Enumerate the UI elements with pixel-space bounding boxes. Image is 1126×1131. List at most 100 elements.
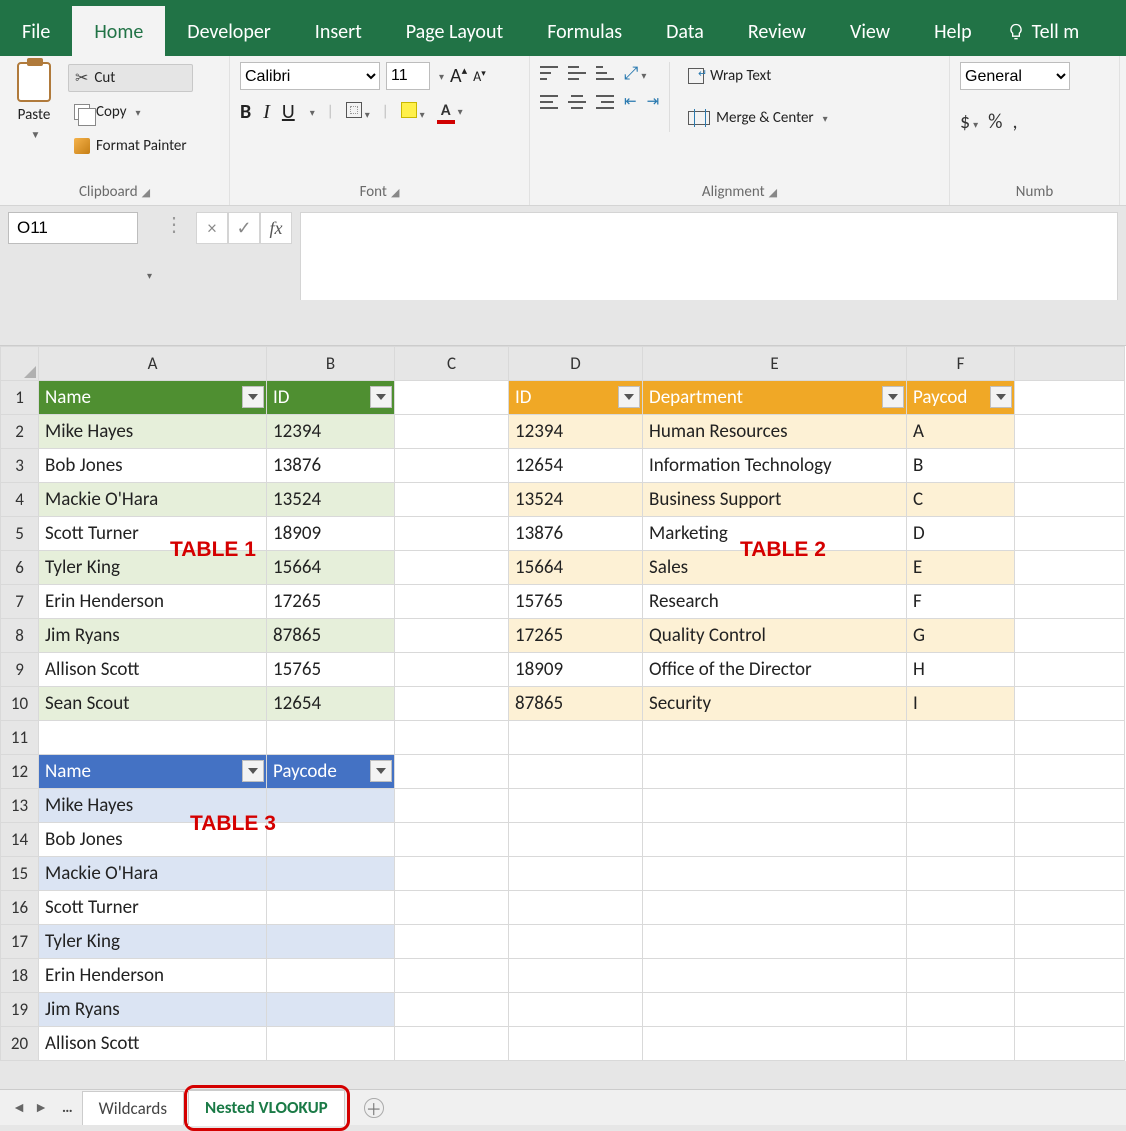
cell[interactable]: 12654	[509, 449, 643, 483]
cell[interactable]: Mike Hayes	[39, 789, 267, 823]
cell[interactable]	[267, 789, 395, 823]
row-header[interactable]: 10	[1, 687, 39, 721]
cell[interactable]	[395, 925, 509, 959]
column-header-A[interactable]: A	[39, 347, 267, 381]
filter-button[interactable]	[242, 760, 264, 782]
tab-help[interactable]: Help	[912, 6, 994, 56]
cell[interactable]	[907, 721, 1015, 755]
cell[interactable]: Allison Scott	[39, 653, 267, 687]
row-header[interactable]: 9	[1, 653, 39, 687]
cell[interactable]	[395, 823, 509, 857]
cell[interactable]	[509, 925, 643, 959]
cell[interactable]	[509, 891, 643, 925]
cell[interactable]: Scott Turner	[39, 891, 267, 925]
align-right-icon[interactable]	[596, 95, 614, 109]
cell[interactable]	[267, 959, 395, 993]
cell[interactable]: Department	[643, 381, 907, 415]
cell[interactable]	[395, 551, 509, 585]
cell[interactable]: Jim Ryans	[39, 993, 267, 1027]
cell[interactable]: 15664	[509, 551, 643, 585]
cell[interactable]	[1015, 619, 1125, 653]
align-top-icon[interactable]	[540, 66, 558, 80]
cell[interactable]	[1015, 925, 1125, 959]
tab-file[interactable]: File	[0, 6, 72, 56]
cell[interactable]	[643, 959, 907, 993]
cell[interactable]: Name	[39, 381, 267, 415]
filter-button[interactable]	[370, 760, 392, 782]
cell[interactable]	[395, 687, 509, 721]
cell[interactable]: Name	[39, 755, 267, 789]
cell[interactable]	[267, 823, 395, 857]
percent-button[interactable]: %	[988, 110, 1002, 134]
filter-button[interactable]	[990, 386, 1012, 408]
cell[interactable]	[395, 857, 509, 891]
cell[interactable]: 13876	[509, 517, 643, 551]
cell[interactable]: Paycode	[267, 755, 395, 789]
cell[interactable]	[509, 823, 643, 857]
formula-input[interactable]	[300, 212, 1118, 300]
cell[interactable]	[1015, 585, 1125, 619]
cell[interactable]: 87865	[509, 687, 643, 721]
cell[interactable]	[643, 1027, 907, 1061]
cell[interactable]: 18909	[509, 653, 643, 687]
column-header-D[interactable]: D	[509, 347, 643, 381]
cell[interactable]	[907, 789, 1015, 823]
cell[interactable]: Research	[643, 585, 907, 619]
cell[interactable]: Jim Ryans	[39, 619, 267, 653]
number-format-select[interactable]: General	[960, 62, 1070, 90]
filter-button[interactable]	[618, 386, 640, 408]
cell[interactable]	[395, 653, 509, 687]
row-header[interactable]: 19	[1, 993, 39, 1027]
increase-font-icon[interactable]: A▴	[450, 64, 467, 88]
cell[interactable]	[643, 823, 907, 857]
cell[interactable]: Erin Henderson	[39, 959, 267, 993]
cell[interactable]	[907, 755, 1015, 789]
cell[interactable]: 17265	[509, 619, 643, 653]
cell[interactable]: Office of the Director	[643, 653, 907, 687]
cell[interactable]: B	[907, 449, 1015, 483]
cell[interactable]	[395, 959, 509, 993]
new-sheet-button[interactable]: ＋	[364, 1098, 384, 1118]
cell[interactable]	[267, 857, 395, 891]
cell[interactable]: D	[907, 517, 1015, 551]
name-box[interactable]	[8, 212, 138, 244]
cell[interactable]: Sean Scout	[39, 687, 267, 721]
cell[interactable]: Quality Control	[643, 619, 907, 653]
cell[interactable]: Sales	[643, 551, 907, 585]
align-left-icon[interactable]	[540, 95, 558, 109]
row-header[interactable]: 5	[1, 517, 39, 551]
font-size-input[interactable]	[386, 62, 430, 90]
cell[interactable]: F	[907, 585, 1015, 619]
tab-data[interactable]: Data	[644, 6, 726, 56]
cell[interactable]	[643, 925, 907, 959]
filter-button[interactable]	[882, 386, 904, 408]
cell[interactable]	[395, 721, 509, 755]
row-header[interactable]: 1	[1, 381, 39, 415]
row-header[interactable]: 8	[1, 619, 39, 653]
column-header-F[interactable]: F	[907, 347, 1015, 381]
tell-me[interactable]: Tell m	[994, 20, 1088, 56]
cell[interactable]	[1015, 959, 1125, 993]
cell[interactable]: Marketing	[643, 517, 907, 551]
cell[interactable]	[267, 891, 395, 925]
fill-color-button[interactable]: ▾	[401, 102, 425, 123]
row-header[interactable]: 2	[1, 415, 39, 449]
cell[interactable]: Tyler King	[39, 551, 267, 585]
sheet-tab-nested-vlookup[interactable]: Nested VLOOKUP	[188, 1090, 345, 1126]
cell[interactable]: 12654	[267, 687, 395, 721]
spreadsheet-grid[interactable]: ABCDEF 1NameIDIDDepartmentPaycod2Mike Ha…	[0, 346, 1126, 1061]
cell[interactable]: 13524	[267, 483, 395, 517]
cell[interactable]: E	[907, 551, 1015, 585]
sheet-nav-next[interactable]: ►	[30, 1099, 52, 1116]
cell[interactable]	[267, 1027, 395, 1061]
decrease-indent-icon[interactable]: ⇤	[624, 92, 637, 111]
tab-page-layout[interactable]: Page Layout	[384, 6, 525, 56]
cell[interactable]: Information Technology	[643, 449, 907, 483]
cell[interactable]	[395, 755, 509, 789]
cell[interactable]: 12394	[509, 415, 643, 449]
cell[interactable]	[267, 925, 395, 959]
cell[interactable]	[1015, 551, 1125, 585]
cell[interactable]	[907, 925, 1015, 959]
cancel-formula-button[interactable]: ×	[196, 212, 228, 244]
cell[interactable]	[1015, 449, 1125, 483]
